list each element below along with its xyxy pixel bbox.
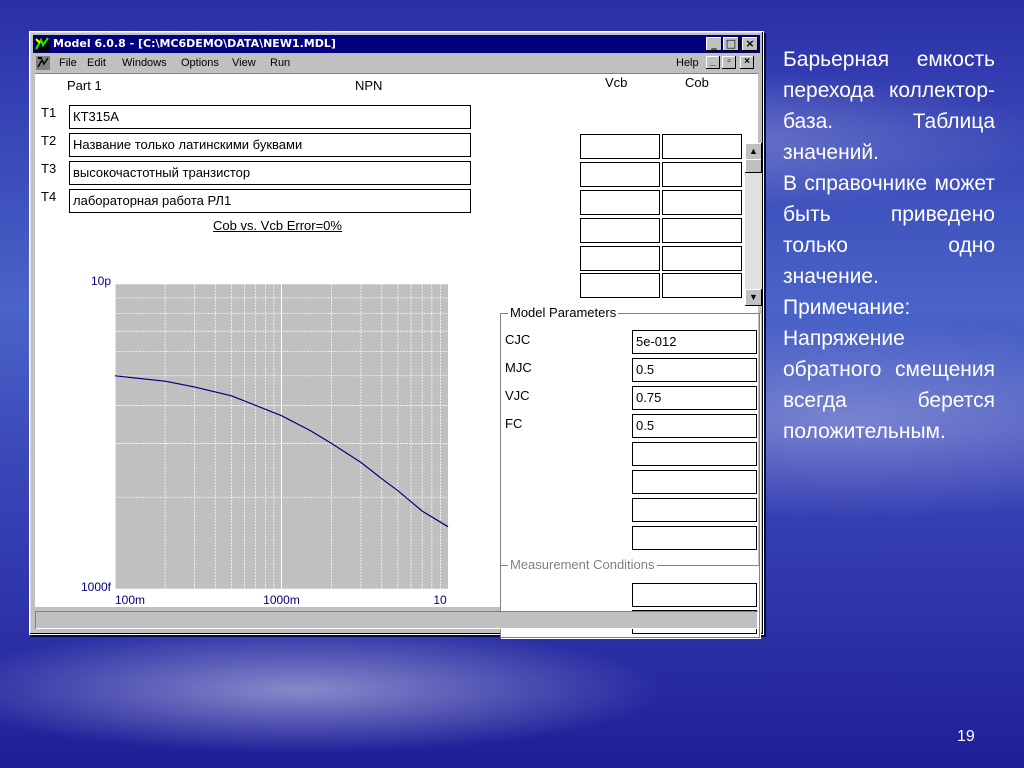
vcb-cell[interactable]	[580, 190, 660, 215]
close-button[interactable]: ×	[742, 37, 758, 51]
vcb-cell[interactable]	[580, 134, 660, 159]
slide-paragraph-1: Барьерная емкость перехода коллектор-баз…	[783, 48, 995, 164]
model-window: Model 6.0.8 - [C:\MC6DEMO\DATA\NEW1.MDL]…	[29, 31, 764, 638]
cob-header: Cob	[685, 75, 709, 90]
scroll-down-icon[interactable]: ▼	[745, 289, 762, 306]
menu-edit[interactable]: Edit	[87, 54, 106, 72]
param-fc-field[interactable]: 0.5	[632, 414, 757, 438]
t2-label: T2	[41, 133, 57, 148]
slide-paragraph-2: В справочнике может быть приведено тольк…	[783, 172, 995, 288]
model-parameters-legend: Model Parameters	[508, 305, 619, 320]
param-cjc-field[interactable]: 5e-012	[632, 330, 757, 354]
model-app-icon	[35, 37, 49, 51]
document-icon[interactable]	[35, 55, 51, 71]
measurement-conditions-legend: Measurement Conditions	[508, 557, 657, 572]
y-tick-label: 10p	[91, 274, 111, 288]
title-bar[interactable]: Model 6.0.8 - [C:\MC6DEMO\DATA\NEW1.MDL]…	[33, 35, 760, 53]
param-mjc-label: MJC	[505, 360, 532, 375]
x-tick-label: 100m	[115, 593, 145, 607]
vcb-header: Vcb	[605, 75, 628, 90]
menu-windows[interactable]: Windows	[122, 54, 167, 72]
menu-run[interactable]: Run	[270, 54, 290, 72]
cob-cell[interactable]	[662, 162, 742, 187]
menu-options[interactable]: Options	[181, 54, 219, 72]
menu-view[interactable]: View	[232, 54, 256, 72]
param-empty-field[interactable]	[632, 526, 757, 550]
mdi-restore-button[interactable]: ▫	[722, 56, 736, 69]
param-empty-field[interactable]	[632, 442, 757, 466]
cob-cell[interactable]	[662, 246, 742, 271]
t4-label: T4	[41, 189, 57, 204]
cob-cell[interactable]	[662, 190, 742, 215]
menu-file[interactable]: File	[59, 54, 77, 72]
window-title: Model 6.0.8 - [C:\MC6DEMO\DATA\NEW1.MDL]	[53, 37, 336, 50]
maximize-button[interactable]: □	[723, 37, 739, 51]
param-vjc-field[interactable]: 0.75	[632, 386, 757, 410]
slide-paragraph-3: Примечание: Напряжение обратного смещени…	[783, 296, 995, 443]
condition-field[interactable]	[632, 583, 757, 607]
t1-label: T1	[41, 105, 57, 120]
cob-cell[interactable]	[662, 134, 742, 159]
cob-cell[interactable]	[662, 218, 742, 243]
mdi-minimize-button[interactable]: _	[706, 56, 720, 69]
t1-field[interactable]: КТ315А	[69, 105, 471, 129]
vcb-cell[interactable]	[580, 218, 660, 243]
menu-bar: File Edit Windows Options View Run Help …	[33, 54, 760, 72]
vcb-cell[interactable]	[580, 273, 660, 298]
t2-field[interactable]: Название только латинскими буквами	[69, 133, 471, 157]
x-tick-label: 10	[433, 593, 447, 607]
param-empty-field[interactable]	[632, 498, 757, 522]
param-vjc-label: VJC	[505, 388, 530, 403]
param-empty-field[interactable]	[632, 470, 757, 494]
scroll-thumb[interactable]	[745, 159, 762, 173]
x-tick-label: 1000m	[263, 593, 300, 607]
param-fc-label: FC	[505, 416, 523, 431]
y-tick-label: 1000f	[81, 580, 112, 594]
t3-field[interactable]: высокочастотный транзистор	[69, 161, 471, 185]
t4-field[interactable]: лабораторная работа РЛ1	[69, 189, 471, 213]
graph-title: Cob vs. Vcb Error=0%	[213, 218, 342, 233]
mdi-close-button[interactable]: ×	[740, 56, 754, 69]
page-number: 19	[957, 728, 975, 745]
param-mjc-field[interactable]: 0.5	[632, 358, 757, 382]
t3-label: T3	[41, 161, 57, 176]
vcb-cell[interactable]	[580, 246, 660, 271]
minimize-button[interactable]: _	[706, 37, 722, 51]
cob-cell[interactable]	[662, 273, 742, 298]
type-label: NPN	[355, 78, 383, 93]
menu-help[interactable]: Help	[676, 54, 699, 72]
slide-text: Барьерная емкость перехода коллектор-баз…	[783, 44, 995, 447]
table-scrollbar[interactable]: ▲ ▼	[745, 143, 762, 306]
part-label: Part 1	[67, 78, 102, 93]
model-editor: Part 1 NPN Vcb Cob T1 КТ315А T2 Название…	[35, 73, 762, 638]
status-bar	[35, 611, 758, 629]
cob-vs-vcb-chart: 100m 1000m 10 10p 1000f	[81, 274, 449, 607]
vcb-cell[interactable]	[580, 162, 660, 187]
scroll-up-icon[interactable]: ▲	[745, 143, 762, 160]
param-cjc-label: CJC	[505, 332, 531, 347]
